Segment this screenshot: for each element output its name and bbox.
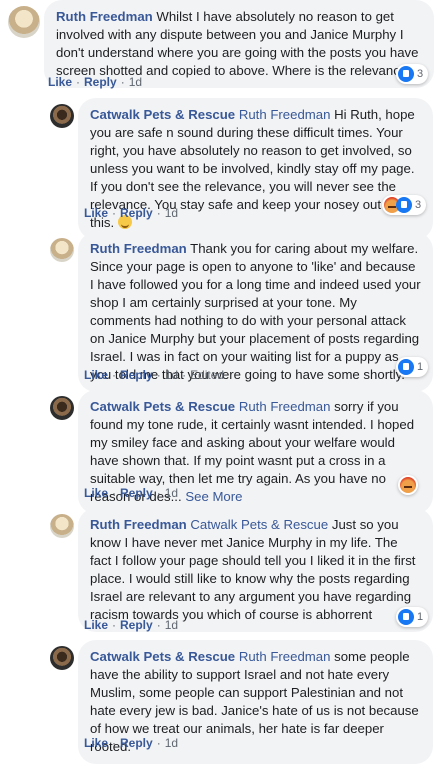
reaction-count: 3 [415,199,422,211]
comment-author[interactable]: Ruth Freedman [90,517,187,532]
comment-actions: Like · Reply · 1d [84,618,179,632]
mention-link[interactable]: Catwalk Pets & Rescue [190,517,328,532]
avatar[interactable] [8,6,40,38]
reply-link[interactable]: Reply [120,206,153,220]
like-reaction-icon [396,197,412,213]
angry-reaction-icon [400,477,416,493]
like-link[interactable]: Like [84,618,108,632]
reply-comment: Catwalk Pets & Rescue Ruth Freedman Hi R… [0,98,440,240]
comment: Ruth Freedman Whilst I have absolutely n… [0,0,440,92]
comment-author[interactable]: Catwalk Pets & Rescue [90,399,235,414]
reaction-summary[interactable]: 3 [396,64,429,84]
reply-comment: Catwalk Pets & Rescue Ruth Freedman sorr… [0,390,440,514]
reply-comment: Ruth Freedman Thank you for caring about… [0,232,440,392]
mention-link[interactable]: Ruth Freedman [239,107,331,122]
reaction-summary[interactable]: 1 [396,607,429,627]
comment-actions: Like · Reply · 1d [84,486,179,500]
comment-author[interactable]: Ruth Freedman [56,9,153,24]
like-link[interactable]: Like [84,368,108,382]
mention-link[interactable]: Ruth Freedman [239,649,331,664]
reaction-summary[interactable] [398,475,418,495]
reply-comment: Ruth Freedman Catwalk Pets & Rescue Just… [0,508,440,636]
comment-author[interactable]: Catwalk Pets & Rescue [90,649,235,664]
like-link[interactable]: Like [84,736,108,750]
avatar[interactable] [50,396,74,420]
avatar[interactable] [50,514,74,538]
reaction-count: 1 [417,361,424,373]
reaction-summary[interactable]: 1 [396,357,429,377]
like-reaction-icon [398,359,414,375]
reply-link[interactable]: Reply [120,736,153,750]
timestamp[interactable]: 1d [165,618,178,632]
reply-link[interactable]: Reply [120,486,153,500]
comment-author[interactable]: Ruth Freedman [90,241,187,256]
reply-link[interactable]: Reply [120,618,153,632]
reaction-count: 3 [417,68,424,80]
timestamp[interactable]: 1d [165,736,178,750]
comment-text: Thank you for caring about my welfare. S… [90,241,421,382]
reply-comment: Catwalk Pets & Rescue Ruth Freedman some… [0,640,440,764]
like-link[interactable]: Like [48,75,72,89]
comment-actions: Like · Reply · 1d · Edited [84,368,225,382]
timestamp[interactable]: 1d [165,368,178,382]
timestamp[interactable]: 1d [129,75,142,89]
avatar[interactable] [50,104,74,128]
mention-link[interactable]: Ruth Freedman [239,399,331,414]
comment-actions: Like · Reply · 1d [84,736,179,750]
reaction-count: 1 [417,611,424,623]
reaction-summary[interactable]: 3 [382,195,427,215]
see-more-link[interactable]: See More [185,489,242,504]
like-link[interactable]: Like [84,206,108,220]
comment-actions: Like · Reply · 1d [84,206,179,220]
avatar[interactable] [50,238,74,262]
like-reaction-icon [398,609,414,625]
comment-author[interactable]: Catwalk Pets & Rescue [90,107,235,122]
like-reaction-icon [398,66,414,82]
comment-actions: Like · Reply · 1d [48,75,143,89]
comment-text: Just so you know I have never met Janice… [90,517,416,622]
reply-link[interactable]: Reply [84,75,117,89]
edited-label[interactable]: Edited [190,368,224,382]
comment-bubble: Ruth Freedman Catwalk Pets & Rescue Just… [78,508,433,632]
reply-link[interactable]: Reply [120,368,153,382]
timestamp[interactable]: 1d [165,486,178,500]
timestamp[interactable]: 1d [165,206,178,220]
like-link[interactable]: Like [84,486,108,500]
avatar[interactable] [50,646,74,670]
